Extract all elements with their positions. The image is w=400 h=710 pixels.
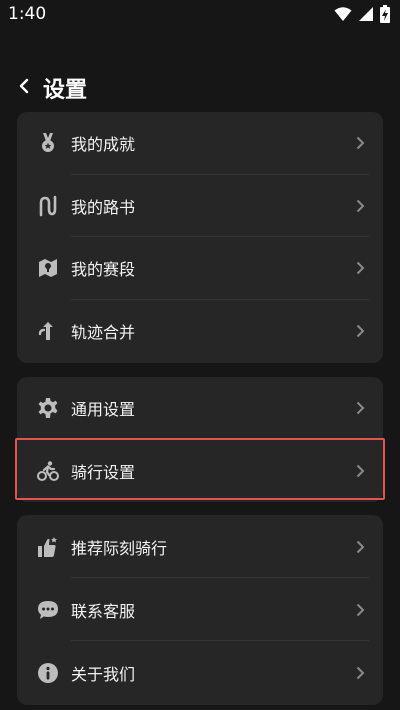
menu-item-label: 轨迹合并 [71, 322, 136, 342]
merge-icon [38, 321, 53, 340]
gear-icon [38, 398, 58, 419]
chevron-right-icon [356, 199, 365, 212]
map-pin-icon [39, 259, 57, 278]
chat-icon [38, 600, 58, 619]
settings-group-2: 通用设置 骑行设置 [17, 377, 383, 502]
page-title: 设置 [43, 78, 88, 103]
route-icon [39, 195, 57, 217]
info-icon [38, 662, 58, 683]
header: 设置 [0, 68, 400, 108]
menu-item-label: 关于我们 [71, 664, 136, 684]
chevron-right-icon [356, 262, 365, 275]
chevron-right-icon [356, 540, 365, 553]
settings-group-1: 我的成就 我的路书 我的赛段 轨迹合并 [17, 112, 383, 363]
chevron-right-icon [356, 666, 365, 679]
menu-item-riding-settings[interactable]: 骑行设置 [17, 440, 383, 503]
menu-item-label: 推荐际刻骑行 [71, 538, 168, 558]
menu-item-route-book[interactable]: 我的路书 [17, 175, 383, 237]
chevron-right-icon [356, 464, 365, 477]
chevron-right-icon [356, 324, 365, 337]
menu-item-label: 我的成就 [71, 135, 136, 155]
status-time: 1:40 [8, 4, 47, 24]
cyclist-icon [37, 461, 59, 481]
battery-charging-icon [380, 5, 390, 23]
back-icon[interactable] [16, 78, 32, 94]
chevron-right-icon [356, 137, 365, 150]
signal-icon [359, 7, 373, 21]
medal-icon [42, 133, 54, 153]
status-bar: 1:40 [0, 0, 400, 30]
menu-item-general-settings[interactable]: 通用设置 [17, 377, 383, 440]
menu-item-about-us[interactable]: 关于我们 [17, 641, 383, 704]
settings-group-3: 推荐际刻骑行 联系客服 关于我们 [17, 515, 383, 705]
chevron-right-icon [356, 402, 365, 415]
menu-item-label: 联系客服 [71, 601, 136, 621]
menu-item-label: 骑行设置 [71, 462, 136, 482]
status-icons [334, 5, 390, 23]
menu-item-label: 通用设置 [71, 400, 136, 420]
thumbs-up-icon [38, 536, 57, 557]
menu-item-achievements[interactable]: 我的成就 [17, 112, 383, 175]
menu-item-label: 我的赛段 [71, 260, 136, 280]
menu-item-label: 我的路书 [71, 197, 136, 217]
menu-item-contact-support[interactable]: 联系客服 [17, 578, 383, 641]
menu-item-segments[interactable]: 我的赛段 [17, 237, 383, 300]
menu-item-recommend-app[interactable]: 推荐际刻骑行 [17, 515, 383, 578]
wifi-icon [334, 7, 352, 21]
chevron-right-icon [356, 603, 365, 616]
menu-item-track-merge[interactable]: 轨迹合并 [17, 300, 383, 363]
